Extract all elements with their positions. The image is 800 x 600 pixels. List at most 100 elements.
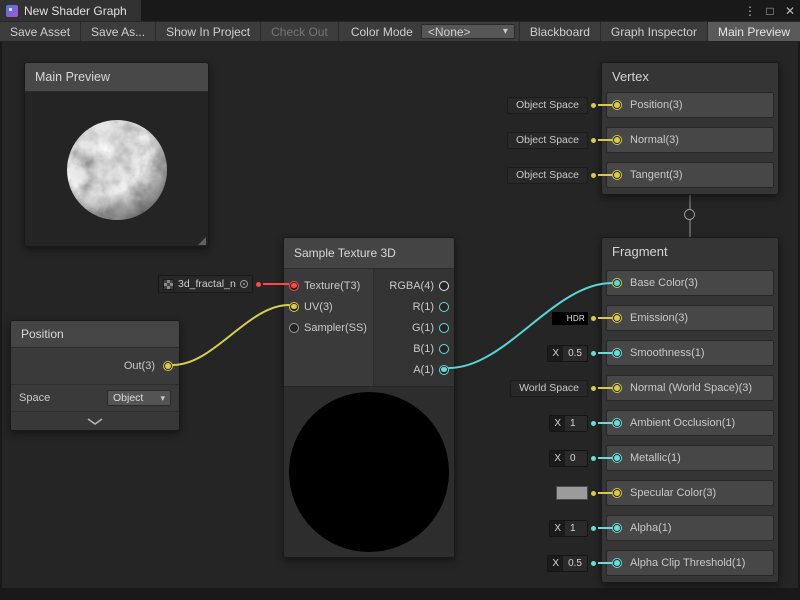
port-label: Emission(3) [630,312,688,324]
preview-sphere[interactable] [65,118,169,222]
vertex-header[interactable]: Vertex [602,63,778,89]
x-axis-label: X [548,346,563,361]
fragment-row-normal-ws[interactable]: Normal (World Space)(3) [606,375,774,401]
sample-texture-3d-node[interactable]: Sample Texture 3D Texture(T3) UV(3) Samp… [283,237,455,558]
port-alpha-clip[interactable] [612,558,622,568]
position-node-header[interactable]: Position [11,321,179,348]
input-sampler-row: Sampler(SS) [284,317,373,338]
port-sampler-input[interactable] [289,323,299,333]
main-preview-body[interactable] [25,92,208,247]
fragment-row-base-color[interactable]: Base Color(3) [606,270,774,296]
specular-color-swatch[interactable] [556,486,588,500]
alpha-x-field[interactable]: X 1 [549,520,588,537]
tab-title: New Shader Graph [24,4,127,18]
tab-new-shader-graph[interactable]: New Shader Graph [0,0,141,21]
default-wire [598,492,612,494]
fragment-row-specular-color[interactable]: Specular Color(3) [606,480,774,506]
save-asset-button[interactable]: Save Asset [0,22,81,41]
input-texture-row: Texture(T3) [284,275,373,296]
blackboard-button[interactable]: Blackboard [519,22,600,41]
port-out-output[interactable] [163,361,173,371]
x-axis-label: X [548,556,563,571]
fragment-row-alpha-clip[interactable]: Alpha Clip Threshold(1) [606,550,774,576]
port-b-output[interactable] [439,344,449,354]
fragment-row-ambient-occlusion[interactable]: Ambient Occlusion(1) [606,410,774,436]
port-normal[interactable] [612,135,622,145]
tangent-space-selector[interactable]: Object Space [507,167,588,184]
value-dot [591,103,596,108]
x-value[interactable]: 0.5 [563,556,587,571]
normal-ws-widget: World Space [510,379,612,397]
fragment-row-alpha[interactable]: Alpha(1) [606,515,774,541]
port-uv-input[interactable] [289,302,299,312]
port-ambient-occlusion[interactable] [612,418,622,428]
main-preview-panel[interactable]: Main Preview [24,62,209,247]
object-picker-icon[interactable] [240,280,248,288]
vertex-row-position[interactable]: Position(3) [606,92,774,118]
alpha-clip-x-field[interactable]: X 0.5 [547,555,588,572]
fragment-row-smoothness[interactable]: Smoothness(1) [606,340,774,366]
port-specular-color[interactable] [612,488,622,498]
main-preview-header[interactable]: Main Preview [25,63,208,92]
smoothness-x-field[interactable]: X 0.5 [547,345,588,362]
metallic-x-field[interactable]: X 0 [549,450,588,467]
default-wire [598,387,612,389]
output-r-row: R(1) [374,296,454,317]
world-space-selector[interactable]: World Space [510,380,588,397]
fragment-header[interactable]: Fragment [602,238,778,264]
space-dropdown[interactable]: Object ▾ [107,390,171,406]
port-base-color[interactable] [612,278,622,288]
port-texture-input[interactable] [289,281,299,291]
graph-inspector-button[interactable]: Graph Inspector [600,22,707,41]
port-a-output[interactable] [439,365,449,375]
x-value[interactable]: 0 [565,451,587,466]
show-in-project-button[interactable]: Show In Project [156,22,261,41]
port-label: Sampler(SS) [304,322,367,334]
hdr-color-swatch[interactable]: HDR [552,312,588,325]
title-bar: New Shader Graph ⋮ □ ✕ [0,0,800,21]
chevron-down-icon: ▾ [503,26,508,37]
port-label: RGBA(4) [389,280,434,292]
texture-object-field[interactable]: 3d_fractal_n [158,275,253,293]
position-space-selector[interactable]: Object Space [507,97,588,114]
port-alpha[interactable] [612,523,622,533]
main-preview-button[interactable]: Main Preview [707,22,800,41]
fragment-node[interactable]: Fragment Base Color(3) Emission(3) Smoot… [601,237,779,583]
fragment-row-emission[interactable]: Emission(3) [606,305,774,331]
ambient-occlusion-x-field[interactable]: X 1 [549,415,588,432]
port-label: G(1) [412,322,434,334]
port-label: Position(3) [630,99,683,111]
port-normal-ws[interactable] [612,383,622,393]
fragment-row-metallic[interactable]: Metallic(1) [606,445,774,471]
x-value[interactable]: 0.5 [563,346,587,361]
port-tangent[interactable] [612,170,622,180]
port-label: Texture(T3) [304,280,360,292]
position-node[interactable]: Position Out(3) Space Object ▾ [10,320,180,431]
port-emission[interactable] [612,313,622,323]
port-rgba-output[interactable] [439,281,449,291]
value-dot [591,316,596,321]
normal-space-selector[interactable]: Object Space [507,132,588,149]
value-dot [591,138,596,143]
x-value[interactable]: 1 [565,521,587,536]
port-metallic[interactable] [612,453,622,463]
maximize-icon[interactable]: □ [760,4,780,18]
port-position[interactable] [612,100,622,110]
smoothness-widget: X 0.5 [547,344,612,362]
color-mode-dropdown[interactable]: <None> ▾ [421,24,515,39]
port-r-output[interactable] [439,302,449,312]
value-dot [591,491,596,496]
vertex-node[interactable]: Vertex Position(3) Normal(3) Tangent(3) [601,62,779,195]
resize-handle[interactable] [198,237,206,245]
save-as-button[interactable]: Save As... [81,22,156,41]
collapse-preview-toggle[interactable] [11,412,179,430]
window-menu-icon[interactable]: ⋮ [740,4,760,18]
vertex-row-tangent[interactable]: Tangent(3) [606,162,774,188]
port-smoothness[interactable] [612,348,622,358]
default-wire [598,527,612,529]
x-value[interactable]: 1 [565,416,587,431]
close-icon[interactable]: ✕ [780,4,800,18]
sample-node-header[interactable]: Sample Texture 3D [284,238,454,269]
vertex-row-normal[interactable]: Normal(3) [606,127,774,153]
port-g-output[interactable] [439,323,449,333]
